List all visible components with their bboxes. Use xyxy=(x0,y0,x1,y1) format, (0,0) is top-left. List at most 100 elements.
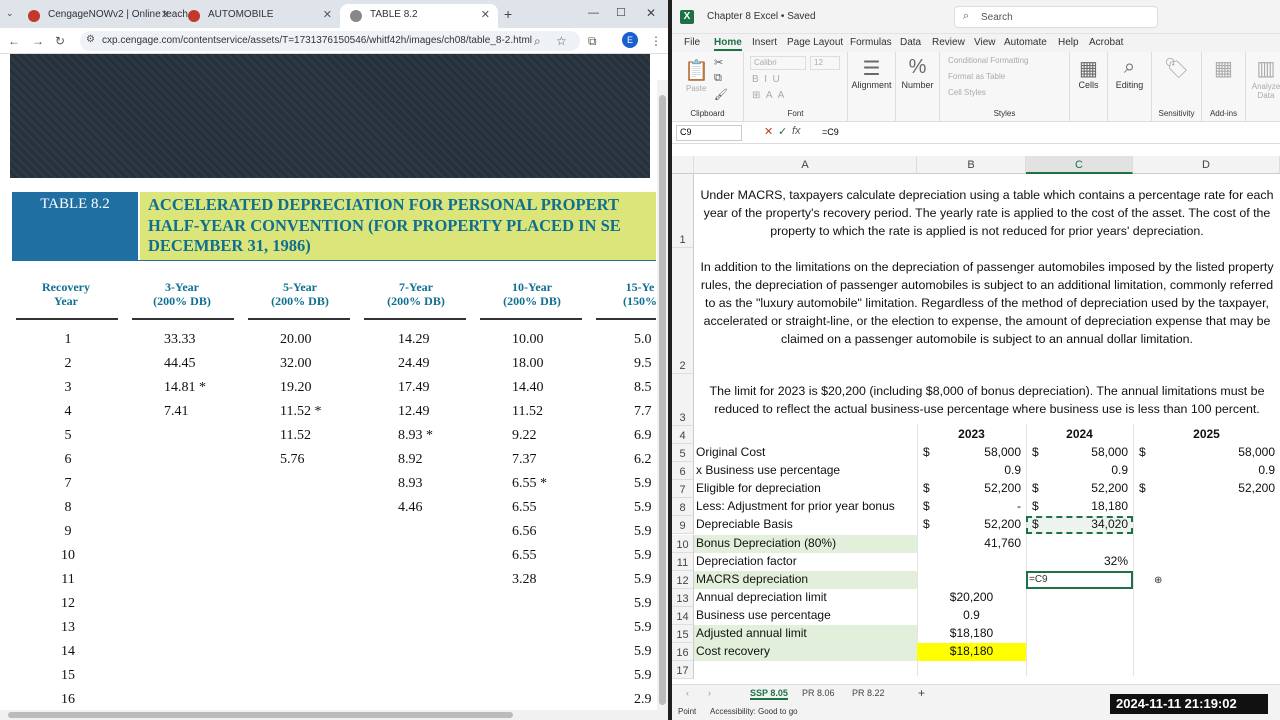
menu-insert[interactable]: Insert xyxy=(752,37,777,48)
menu-file[interactable]: File xyxy=(684,37,700,48)
tab-automobile[interactable]: AUTOMOBILE ✕ xyxy=(178,4,340,28)
row-header[interactable]: 9 xyxy=(672,516,694,535)
formula-bar: C9 ✕ ✓ fx =C9 xyxy=(672,122,1280,144)
menu-automate[interactable]: Automate xyxy=(1004,37,1047,48)
formula-input[interactable]: =C9 xyxy=(822,127,839,137)
menu-page-layout[interactable]: Page Layout xyxy=(787,37,843,48)
menu-formulas[interactable]: Formulas xyxy=(850,37,892,48)
column-header: 10-Year (200% DB) xyxy=(482,280,582,308)
rate-10yr: 14.40 xyxy=(512,380,544,395)
alignment-group[interactable]: ☰ Alignment xyxy=(848,52,896,122)
sheet-tab[interactable]: PR 8.22 xyxy=(852,688,885,698)
row-header[interactable]: 5 xyxy=(672,444,694,463)
paste-icon[interactable]: 📋 xyxy=(684,58,709,83)
close-icon[interactable]: ✕ xyxy=(161,8,170,21)
cells-group[interactable]: ▦ Cells xyxy=(1070,52,1108,122)
url-bar[interactable]: ⚙ cxp.cengage.com/contentservice/assets/… xyxy=(80,31,580,51)
conditional-formatting-button[interactable]: Conditional Formatting xyxy=(948,56,1028,65)
close-icon[interactable]: ✕ xyxy=(323,8,332,21)
format-painter-icon[interactable]: 🖌 xyxy=(714,88,728,101)
tab-table-8-2[interactable]: TABLE 8.2 ✕ xyxy=(340,4,498,28)
prev-sheet-icon[interactable]: ‹ xyxy=(686,688,689,698)
row-header[interactable]: 7 xyxy=(672,480,694,499)
row-header[interactable]: 4 xyxy=(672,426,694,444)
new-tab-icon[interactable]: + xyxy=(504,6,512,22)
menu-help[interactable]: Help xyxy=(1058,37,1079,48)
sheet-tab[interactable]: SSP 8.05 xyxy=(750,688,788,700)
year-cell: 10 xyxy=(61,548,75,563)
borders-icon[interactable]: ⊞ A A xyxy=(752,90,784,101)
active-cell[interactable] xyxy=(1026,570,1133,589)
fx-icon[interactable]: fx xyxy=(792,125,801,137)
zoom-icon[interactable]: ⌕ xyxy=(534,34,541,49)
column-header: 3-Year (200% DB) xyxy=(132,280,232,308)
scroll-thumb[interactable] xyxy=(8,712,513,718)
editing-group[interactable]: ⌕ Editing xyxy=(1108,52,1152,122)
enter-icon[interactable]: ✓ xyxy=(778,125,787,138)
sensitivity-group[interactable]: 🏷 Sensitivity xyxy=(1152,52,1202,122)
rate-7yr: 8.93 xyxy=(398,476,423,491)
font-name-select[interactable]: Calibri xyxy=(750,56,806,70)
addins-group[interactable]: ▦ Add-ins xyxy=(1202,52,1246,122)
bold-icon[interactable]: B I U xyxy=(752,74,780,85)
row-header[interactable]: 17 xyxy=(672,661,694,680)
search-box[interactable]: ⌕ Search xyxy=(954,6,1158,28)
menu-data[interactable]: Data xyxy=(900,37,921,48)
maximize-icon[interactable]: ☐ xyxy=(616,6,626,19)
number-group[interactable]: % Number xyxy=(896,52,940,122)
cancel-icon[interactable]: ✕ xyxy=(764,125,773,138)
back-icon[interactable]: ← xyxy=(8,34,20,48)
name-box[interactable]: C9 xyxy=(676,125,742,141)
column-header-d[interactable]: D xyxy=(1133,156,1280,174)
extensions-icon[interactable]: ⧉ xyxy=(588,34,597,49)
row-header[interactable]: 10 xyxy=(672,534,694,553)
next-sheet-icon[interactable]: › xyxy=(708,688,711,698)
row-label: Less: Adjustment for prior year bonus xyxy=(696,499,895,514)
cell-styles-button[interactable]: Cell Styles xyxy=(948,88,986,97)
rate-15yr: 5.0 xyxy=(634,332,652,347)
row-header[interactable]: 3 xyxy=(672,374,694,426)
font-size-select[interactable]: 12 xyxy=(810,56,840,70)
column-header-b[interactable]: B xyxy=(917,156,1026,174)
forward-icon[interactable]: → xyxy=(32,34,44,48)
accessibility-status[interactable]: Accessibility: Good to go xyxy=(710,707,798,716)
row-header[interactable]: 15 xyxy=(672,625,694,644)
row-label: Depreciation factor xyxy=(696,553,797,568)
row-header[interactable]: 13 xyxy=(672,588,694,607)
column-header-a[interactable]: A xyxy=(694,156,917,174)
site-info-icon[interactable]: ⚙ xyxy=(86,34,95,45)
bookmark-icon[interactable]: ☆ xyxy=(556,34,567,48)
row-header[interactable]: 8 xyxy=(672,498,694,517)
row-header[interactable]: 6 xyxy=(672,462,694,481)
add-sheet-icon[interactable]: + xyxy=(918,686,925,700)
copy-icon[interactable]: ⧉ xyxy=(714,72,722,85)
reload-icon[interactable]: ↻ xyxy=(55,34,65,48)
row-header[interactable]: 12 xyxy=(672,570,694,589)
menu-review[interactable]: Review xyxy=(932,37,965,48)
analyze-data-button[interactable]: ▥ Analyze Data xyxy=(1246,52,1280,122)
row-header[interactable]: 2 xyxy=(672,248,694,374)
close-icon[interactable]: ✕ xyxy=(481,8,490,21)
minimize-icon[interactable]: — xyxy=(588,7,599,19)
row-header[interactable]: 14 xyxy=(672,606,694,625)
row-header[interactable]: 1 xyxy=(672,174,694,248)
cut-icon[interactable]: ✂ xyxy=(714,56,723,69)
sheet-tab[interactable]: PR 8.06 xyxy=(802,688,835,698)
tab-list-icon[interactable]: ⌄ xyxy=(6,8,14,19)
spreadsheet-grid[interactable]: A B C D 1 2 3 4 5 6 7 8 9 10 11 12 13 14 15 16 17 Under MACRS… xyxy=(672,156,1280,680)
menu-acrobat[interactable]: Acrobat xyxy=(1089,37,1123,48)
select-all[interactable] xyxy=(672,156,694,174)
profile-avatar[interactable]: E xyxy=(622,32,638,48)
row-header[interactable]: 16 xyxy=(672,643,694,662)
close-window-icon[interactable]: ✕ xyxy=(646,6,656,20)
column-header: 5-Year (200% DB) xyxy=(250,280,350,308)
row-header[interactable]: 11 xyxy=(672,552,694,571)
menu-home[interactable]: Home xyxy=(714,37,742,51)
menu-icon[interactable]: ⋮ xyxy=(650,34,662,48)
column-header-c[interactable]: C xyxy=(1026,156,1133,174)
format-as-table-button[interactable]: Format as Table xyxy=(948,72,1005,81)
tab-cengage[interactable]: CengageNOWv2 | Online teach ✕ xyxy=(18,4,188,28)
document-name[interactable]: Chapter 8 Excel • Saved xyxy=(707,11,816,22)
scroll-thumb[interactable] xyxy=(659,95,666,705)
menu-view[interactable]: View xyxy=(974,37,996,48)
